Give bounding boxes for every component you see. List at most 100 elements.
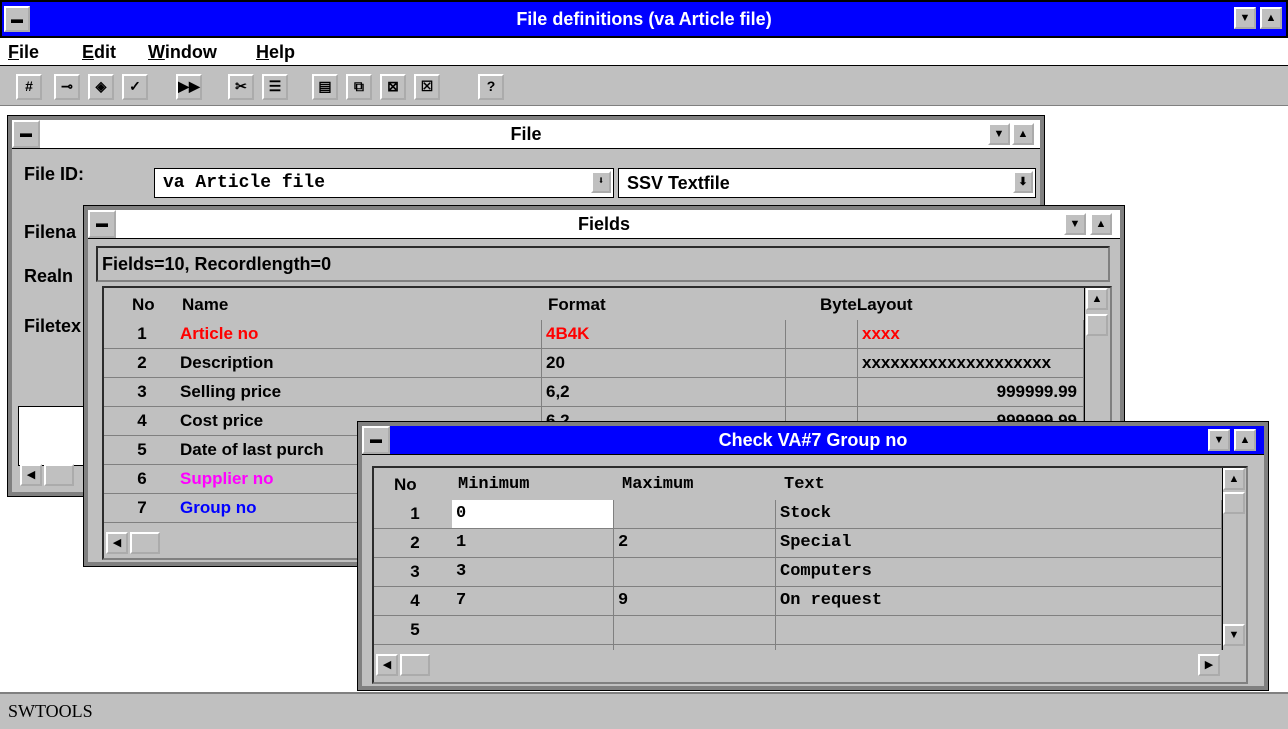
cell-name[interactable]: Article no [176, 320, 542, 349]
cell-byte[interactable]: xxxxxxxxxxxxxxxxxxxx [858, 349, 1084, 378]
key-icon[interactable]: ⊸ [54, 74, 80, 100]
scroll-thumb[interactable] [130, 532, 160, 554]
cell-no: 2 [104, 349, 176, 378]
cell-min[interactable]: 3 [452, 558, 614, 587]
fields-window-minimize-button[interactable]: ▼ [1064, 213, 1086, 235]
check-window-minimize-button[interactable]: ▼ [1208, 429, 1230, 451]
table-row[interactable]: 6 [374, 645, 1222, 650]
table-row[interactable]: 2 Description 20 xxxxxxxxxxxxxxxxxxxx [104, 349, 1084, 378]
menu-file[interactable]: File [8, 42, 39, 63]
table-row[interactable]: 2 1 2 Special [374, 529, 1222, 558]
cell-format[interactable]: 20 [542, 349, 786, 378]
scroll-left-icon[interactable]: ◀ [376, 654, 398, 676]
col-header-no: No [394, 475, 417, 494]
cell-text[interactable] [776, 645, 1222, 650]
close-all-icon[interactable]: ⊠ [380, 74, 406, 100]
scroll-thumb[interactable] [44, 464, 74, 486]
cell-format[interactable]: 6,2 [542, 378, 786, 407]
chevron-down-icon[interactable]: ⬇ [1013, 171, 1033, 193]
scroll-thumb[interactable] [1086, 314, 1108, 336]
cell-no: 6 [374, 645, 452, 650]
close-icon[interactable]: ☒ [414, 74, 440, 100]
cell-byte[interactable]: 999999.99 [858, 378, 1084, 407]
file-type-combo[interactable]: SSV Textfile ⬇ [618, 168, 1036, 198]
scroll-thumb[interactable] [1223, 492, 1245, 514]
scroll-down-icon[interactable]: ▼ [1223, 624, 1245, 646]
scroll-left-icon[interactable]: ◀ [106, 532, 128, 554]
cell-no: 6 [104, 465, 176, 494]
status-bar: SWTOOLS [0, 692, 1288, 729]
cell-no: 3 [104, 378, 176, 407]
table-row[interactable]: 4 7 9 On request [374, 587, 1222, 616]
menu-edit[interactable]: Edit [82, 42, 116, 63]
fields-window-maximize-button[interactable]: ▲ [1090, 213, 1112, 235]
cell-max[interactable] [614, 645, 776, 650]
scroll-up-icon[interactable]: ▲ [1086, 288, 1108, 310]
cell-min[interactable]: 0 [452, 500, 614, 529]
cell-name[interactable]: Description [176, 349, 542, 378]
check-window-system-button[interactable]: ▬ [362, 426, 390, 454]
table-row[interactable]: 1 Article no 4B4K xxxx [104, 320, 1084, 349]
fields-window-system-button[interactable]: ▬ [88, 210, 116, 238]
realname-label: Realn [24, 266, 74, 286]
check-scrollbar[interactable]: ▲ ▼ [1222, 468, 1246, 650]
cell-no: 3 [374, 558, 452, 587]
cell-max[interactable] [614, 500, 776, 529]
table-row[interactable]: 5 [374, 616, 1222, 645]
table-row[interactable]: 3 3 Computers [374, 558, 1222, 587]
tile-icon[interactable]: ▤ [312, 74, 338, 100]
cell-text[interactable]: Computers [776, 558, 1222, 587]
cell-text[interactable]: Special [776, 529, 1222, 558]
clear-icon[interactable]: ◈ [88, 74, 114, 100]
system-menu-button[interactable]: ▬ [4, 6, 30, 32]
scroll-thumb[interactable] [400, 654, 430, 676]
menu-window[interactable]: Window [148, 42, 217, 63]
scroll-left-icon[interactable]: ◀ [20, 464, 42, 486]
check-grid: No Minimum Maximum Text 1 0 Stock 2 1 2 Specia… [372, 466, 1248, 684]
scroll-right-icon[interactable]: ▶ [1198, 654, 1220, 676]
file-window-system-button[interactable]: ▬ [12, 120, 40, 148]
minimize-button[interactable]: ▼ [1234, 7, 1256, 29]
check-icon[interactable]: ✓ [122, 74, 148, 100]
chevron-down-icon[interactable]: ⬇ [591, 171, 611, 193]
cell-blank[interactable] [786, 378, 858, 407]
cell-min[interactable]: 7 [452, 587, 614, 616]
menu-help[interactable]: Help [256, 42, 295, 63]
cell-format[interactable]: 4B4K [542, 320, 786, 349]
cell-text[interactable]: On request [776, 587, 1222, 616]
file-window-maximize-button[interactable]: ▲ [1012, 123, 1034, 145]
cell-text[interactable] [776, 616, 1222, 645]
check-window-title: Check VA#7 Group no [718, 430, 908, 450]
cell-max[interactable] [614, 616, 776, 645]
cell-max[interactable]: 9 [614, 587, 776, 616]
cell-blank[interactable] [786, 320, 858, 349]
edit-icon[interactable]: ☰ [262, 74, 288, 100]
help-icon[interactable]: ? [478, 74, 504, 100]
cell-max[interactable] [614, 558, 776, 587]
filetext-label: Filetex [24, 316, 82, 336]
cell-byte[interactable]: xxxx [858, 320, 1084, 349]
check-window-maximize-button[interactable]: ▲ [1234, 429, 1256, 451]
cell-text[interactable]: Stock [776, 500, 1222, 529]
file-window-minimize-button[interactable]: ▼ [988, 123, 1010, 145]
file-id-combo[interactable]: va Article file ⬇ [154, 168, 614, 198]
cell-min[interactable] [452, 645, 614, 650]
cell-min[interactable]: 1 [452, 529, 614, 558]
cell-blank[interactable] [786, 349, 858, 378]
cell-no: 5 [104, 436, 176, 465]
cell-min[interactable] [452, 616, 614, 645]
fields-window-title: Fields [577, 214, 630, 234]
forward-icon[interactable]: ▶▶ [176, 74, 202, 100]
scroll-up-icon[interactable]: ▲ [1223, 468, 1245, 490]
cell-name[interactable]: Selling price [176, 378, 542, 407]
maximize-button[interactable]: ▲ [1260, 7, 1282, 29]
table-row[interactable]: 3 Selling price 6,2 999999.99 [104, 378, 1084, 407]
check-window-titlebar: ▬ Check VA#7 Group no ▼ ▲ [362, 426, 1264, 455]
main-titlebar: ▬ File definitions (va Article file) ▼ ▲ [0, 0, 1288, 38]
cut-icon[interactable]: ✂ [228, 74, 254, 100]
hash-icon[interactable]: # [16, 74, 42, 100]
cell-no: 5 [374, 616, 452, 645]
table-row[interactable]: 1 0 Stock [374, 500, 1222, 529]
cell-max[interactable]: 2 [614, 529, 776, 558]
cascade-icon[interactable]: ⧉ [346, 74, 372, 100]
